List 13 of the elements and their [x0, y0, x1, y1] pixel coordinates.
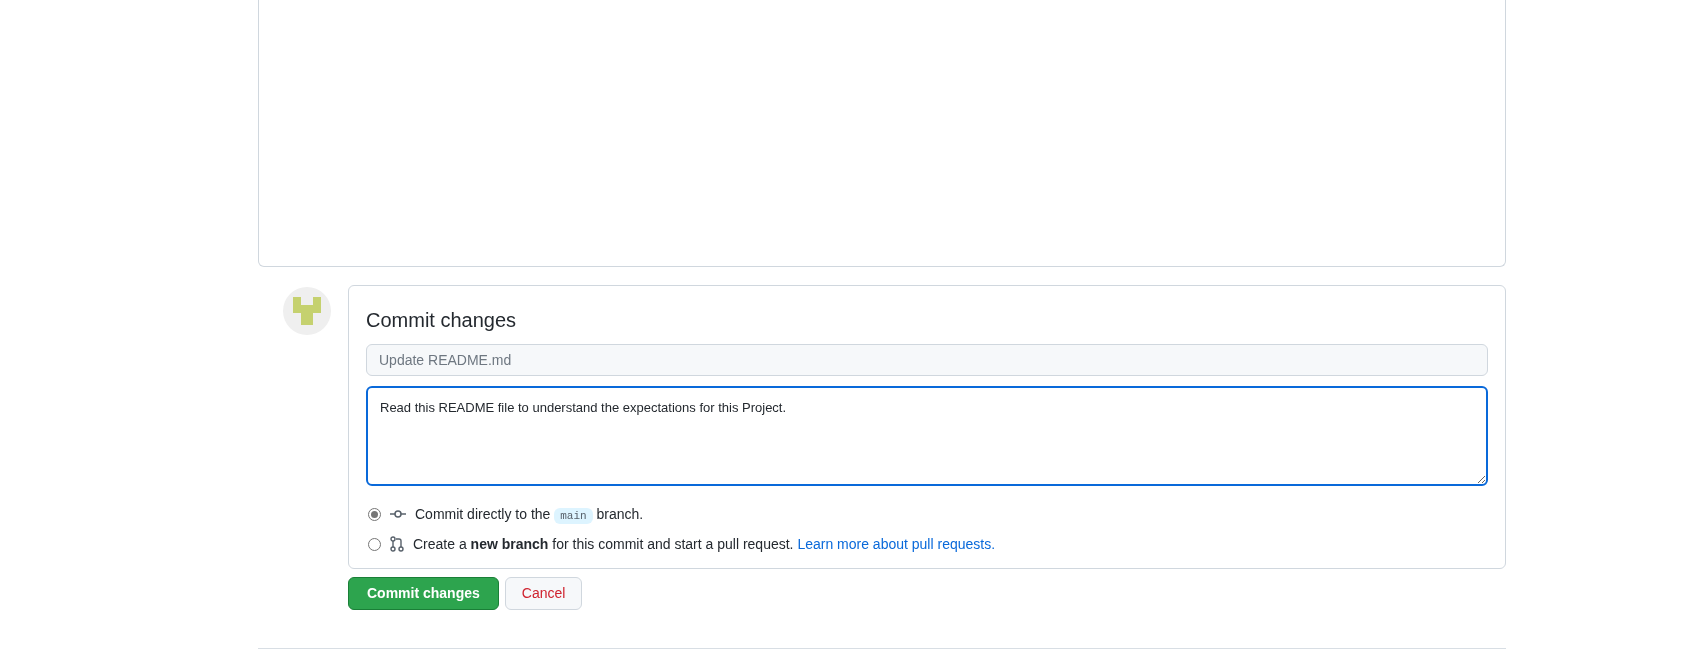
option-label: Commit directly to the main branch. [415, 504, 644, 525]
description-text-area[interactable]: Read this README file to understand the expectations for this Project. [366, 386, 1488, 486]
cancel-button[interactable]: Cancel [504, 577, 583, 610]
form-title: Commit changes [366, 308, 518, 333]
avatar-icon [283, 287, 331, 335]
commit-icon [390, 509, 406, 519]
summary-input-field[interactable]: Update README.md [366, 344, 1488, 376]
radio-button[interactable] [368, 537, 381, 551]
commit-changes-button[interactable]: Commit changes [348, 577, 499, 610]
option-label: Create a new branch for this commit and start a pull request. Learn more about pull requests. [413, 534, 996, 554]
pull-request-icon [390, 536, 404, 552]
branch-name: main [554, 507, 593, 524]
pull-requests-link[interactable]: Learn more about pull requests. [797, 535, 996, 552]
